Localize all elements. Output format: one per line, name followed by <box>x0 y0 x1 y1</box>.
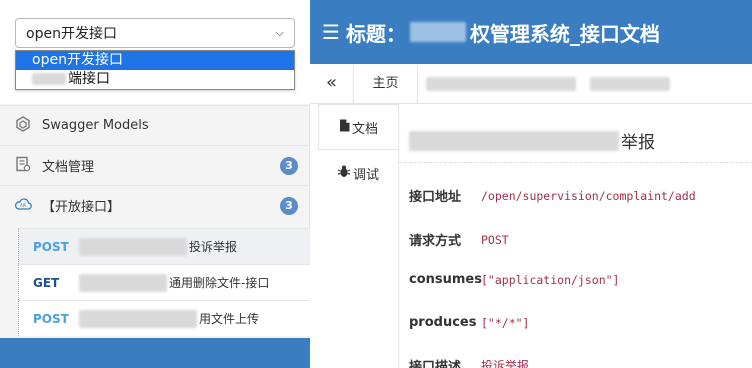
api-item-delete-file[interactable]: GET 通用删除文件-接口 <box>18 264 310 300</box>
dropdown-option-client[interactable]: 端接口 <box>16 70 294 89</box>
chevron-down-icon: ⌵ <box>275 26 284 39</box>
redacted-text <box>426 76 576 91</box>
divider <box>399 162 752 163</box>
method-badge: GET <box>33 275 60 290</box>
redacted-text <box>409 130 619 151</box>
page-title: 标题： 权管理系统_接口文档 <box>346 18 660 47</box>
group-select-value: open开发接口 <box>26 26 117 42</box>
group-dropdown: open开发接口 端接口 <box>15 50 295 90</box>
title-prefix: 标题： <box>345 21 406 46</box>
row-value: 投诉举报 <box>481 359 530 368</box>
row-label: 接口描述 <box>409 360 462 368</box>
header-bar: ☰ 标题： 权管理系统_接口文档 <box>310 0 752 64</box>
api-title-suffix: 用文件上传 <box>199 312 260 326</box>
dropdown-option-open[interactable]: open开发接口 <box>16 51 294 70</box>
doc-content: 举报 接口地址 /open/supervision/complaint/add … <box>398 104 752 368</box>
row-label: 请求方式 <box>409 234 462 249</box>
sidebar: open开发接口 ⌵ open开发接口 端接口 Swagger Models 文… <box>0 0 310 368</box>
tab-doc[interactable]: 文档 <box>318 104 398 150</box>
redacted-text <box>590 76 670 91</box>
redacted-text <box>409 22 466 42</box>
row-description: 接口描述 投诉举报 <box>409 356 529 368</box>
api-item-file-upload[interactable]: POST 用文件上传 <box>18 300 310 336</box>
nav-label: 文档管理 <box>42 160 95 175</box>
doc-vertical-tabs: 文档 调试 <box>318 104 398 368</box>
svg-text:API: API <box>20 203 26 208</box>
menu-icon[interactable]: ☰ <box>322 20 340 44</box>
sidebar-footer <box>0 338 310 368</box>
row-label: produces <box>409 315 477 330</box>
doc-manage-icon <box>14 156 32 176</box>
tab-label: 调试 <box>352 167 379 183</box>
api-title: 用文件上传 <box>79 309 260 328</box>
method-badge: POST <box>33 239 69 254</box>
row-label: consumes <box>409 272 482 287</box>
row-consumes: consumes ["application/json"] <box>409 272 619 287</box>
collapse-sidebar-button[interactable]: « <box>310 63 354 104</box>
api-title-suffix: 通用删除文件-接口 <box>169 276 270 290</box>
redacted-text <box>32 73 66 85</box>
redacted-text <box>79 273 167 292</box>
nav-label: Swagger Models <box>42 118 149 133</box>
method-badge: POST <box>33 311 69 326</box>
api-title: 通用删除文件-接口 <box>79 273 270 292</box>
doc-title: 举报 <box>409 128 655 153</box>
nav-swagger-models[interactable]: Swagger Models <box>0 105 310 145</box>
group-select[interactable]: open开发接口 ⌵ <box>15 18 295 48</box>
dropdown-option-label: open开发接口 <box>32 52 123 68</box>
tab-debug[interactable]: 调试 <box>318 150 398 196</box>
nav-open-api[interactable]: API 【开放接口】 3 <box>0 185 310 225</box>
nav-label: 【开放接口】 <box>42 200 121 215</box>
nav-doc-manage[interactable]: 文档管理 3 <box>0 145 310 185</box>
row-label: 接口地址 <box>409 190 462 205</box>
count-badge: 3 <box>280 196 298 215</box>
row-api-url: 接口地址 /open/supervision/complaint/add <box>409 186 696 206</box>
row-value: ["application/json"] <box>481 272 620 287</box>
row-value: POST <box>481 232 509 247</box>
redacted-text <box>79 237 187 256</box>
tab-home[interactable]: 主页 <box>354 63 418 104</box>
models-icon <box>14 115 32 136</box>
tab-label: 文档 <box>351 121 378 137</box>
api-title-suffix: 投诉举报 <box>189 240 238 254</box>
tab-bar: « 主页 <box>310 63 752 104</box>
count-badge: 3 <box>280 156 298 175</box>
doc-title-suffix: 举报 <box>621 133 655 153</box>
api-item-complaint-add[interactable]: POST 投诉举报 <box>18 228 310 264</box>
row-value: ["*/*"] <box>481 315 530 330</box>
bug-icon <box>337 164 351 182</box>
swagger-doc-page: open开发接口 ⌵ open开发接口 端接口 Swagger Models 文… <box>0 0 752 368</box>
file-icon <box>339 119 350 136</box>
row-request-method: 请求方式 POST <box>409 230 509 250</box>
redacted-text <box>79 309 197 328</box>
row-produces: produces ["*/*"] <box>409 315 529 330</box>
title-suffix: 权管理系统_接口文档 <box>469 21 660 46</box>
row-value: /open/supervision/complaint/add <box>481 188 696 203</box>
dropdown-option-label: 端接口 <box>68 71 110 87</box>
api-title: 投诉举报 <box>79 237 238 256</box>
tab-current[interactable] <box>426 76 670 91</box>
cloud-api-icon: API <box>14 197 32 215</box>
